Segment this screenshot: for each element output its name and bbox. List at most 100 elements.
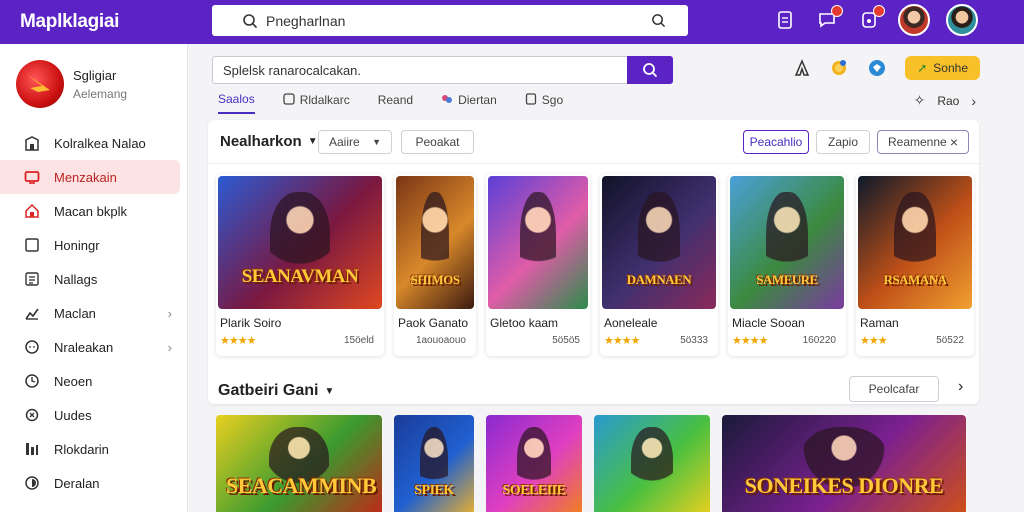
chat-notification-icon[interactable] — [814, 5, 843, 33]
game-title[interactable]: Raman — [860, 316, 899, 330]
gear-icon — [24, 407, 40, 423]
game-cover-image[interactable] — [488, 176, 588, 309]
game-cover-image[interactable]: SEACAMMINB — [216, 415, 382, 512]
sidebar-item-2[interactable]: Menzakain — [0, 160, 180, 194]
profile-block[interactable]: Sgligiar Aelemang — [16, 60, 127, 108]
game-cover-image[interactable]: RSAMANA — [858, 176, 972, 309]
art-title: SHIMOS — [410, 271, 460, 287]
art-title: SONEIKES DIONRE — [744, 473, 944, 498]
sidebar-item-7[interactable]: Nraleakan › — [0, 330, 188, 364]
sidebar-item-3[interactable]: Macan bkplk — [0, 194, 188, 228]
avatar[interactable] — [898, 4, 930, 36]
tab-label: Reand — [377, 93, 414, 107]
primary-filter-button[interactable]: Peacahlio — [743, 130, 809, 154]
game-cover-image[interactable]: DAMNAEN — [602, 176, 716, 309]
featured-header: Nealharkon ▼ Aaiire ▼ Peoakat Peacahlio … — [208, 120, 979, 164]
close-icon[interactable]: × — [950, 134, 958, 150]
second-section-title[interactable]: Gatbeiri Gani ▼ — [218, 382, 334, 400]
filter-button[interactable]: Peoakat — [401, 130, 474, 154]
sidebar-item-label: Deralan — [54, 475, 100, 491]
chevron-right-icon[interactable]: › — [958, 378, 963, 396]
game-cover-image[interactable]: SHIMOS — [396, 176, 474, 309]
sidebar-nav: Kolralkea Nalao Menzakain Macan bkplk Honin… — [0, 126, 188, 500]
game-title[interactable]: Paok Ganato — [398, 316, 468, 330]
filter-dropdown[interactable]: Aaiire ▼ — [318, 130, 392, 154]
game-title[interactable]: Gletoo kaam — [490, 316, 558, 330]
game-cover-image[interactable] — [594, 415, 710, 512]
featured-panel: Nealharkon ▼ Aaiire ▼ Peoakat Peacahlio … — [208, 120, 979, 404]
sidebar-item-4[interactable]: Honingr — [0, 228, 188, 262]
game-card[interactable]: SHIMOS Paok Ganato 1aouoaouo — [394, 174, 476, 356]
tab-label: Saalos — [218, 92, 255, 106]
game-title[interactable]: Plarik Soiro — [220, 316, 281, 330]
sidebar-item-label: Rlokdarin — [54, 441, 109, 457]
rating-count: 160220 — [802, 335, 836, 346]
house-icon — [24, 203, 40, 219]
search-icon — [643, 63, 658, 78]
art-figure — [520, 191, 556, 286]
game-card[interactable]: DAMNAEN Aoneleale ★★★★ 5ö333 — [600, 174, 718, 356]
search-submit-icon[interactable] — [651, 13, 666, 28]
rating-count: 5ö522 — [936, 335, 964, 346]
notification-badge — [831, 5, 843, 17]
star-rating: ★★★★ — [732, 335, 768, 347]
art-figure — [631, 427, 673, 497]
shield-icon[interactable] — [867, 58, 887, 78]
document-icon[interactable] — [772, 7, 798, 33]
tab-1[interactable]: Saalos — [218, 92, 255, 114]
art-title: SOELEIIE — [502, 483, 566, 498]
rating-count: 1aouoaouo — [415, 335, 466, 346]
content-search-input[interactable] — [223, 62, 613, 78]
top-search-box[interactable] — [212, 5, 688, 36]
header-link[interactable]: Rao — [937, 94, 959, 108]
puzzle-icon — [441, 93, 453, 108]
person-icon[interactable] — [793, 59, 811, 77]
promo-button[interactable]: ➚ Sonhe — [905, 56, 980, 80]
sidebar-item-label: Nallags — [54, 271, 98, 287]
game-title[interactable]: Miacle Sooan — [732, 316, 805, 330]
coin-icon[interactable] — [829, 58, 849, 78]
sidebar-item-11[interactable]: Deralan — [0, 466, 188, 500]
sidebar-item-9[interactable]: Uudes — [0, 398, 188, 432]
chevron-right-icon[interactable]: › — [971, 93, 976, 109]
game-card[interactable]: SEANAVMAN Plarik Soiro ★★★★ 15öeld — [216, 174, 384, 356]
sidebar-item-5[interactable]: Nallags — [0, 262, 188, 296]
game-cover-image[interactable]: SPIEK — [394, 415, 474, 512]
secondary-filter-button[interactable]: Zapio — [816, 130, 870, 154]
sidebar-item-1[interactable]: Kolralkea Nalao — [0, 126, 188, 160]
second-cards: SEACAMMINB SPIEK SOELEIIE SONEIKES DIONRE — [216, 415, 966, 512]
star-icon[interactable]: ✧ — [914, 92, 926, 109]
featured-title[interactable]: Nealharkon ▼ — [220, 133, 318, 150]
bell-notification-icon[interactable] — [856, 5, 885, 33]
game-cover-image[interactable]: SOELEIIE — [486, 415, 582, 512]
game-title[interactable]: Aoneleale — [604, 316, 657, 330]
header-actions: ➚ Sonhe — [793, 56, 980, 80]
tv-icon — [24, 169, 40, 185]
sidebar-item-10[interactable]: Rlokdarin — [0, 432, 188, 466]
tab-3[interactable]: Reand — [378, 92, 413, 114]
tab-label: Rldalkarc — [299, 93, 350, 107]
art-title: RSAMANA — [883, 271, 947, 287]
tab-4[interactable]: Diertan — [441, 92, 497, 114]
game-cover-image[interactable]: SONEIKES DIONRE — [722, 415, 966, 512]
tab-2[interactable]: Rldalkarc — [283, 92, 350, 114]
top-search-input[interactable] — [266, 12, 636, 29]
game-cover-image[interactable]: SAMEURE — [730, 176, 844, 309]
content-search-box[interactable] — [212, 56, 628, 84]
game-card[interactable]: RSAMANA Raman ★★★ 5ö522 — [856, 174, 974, 356]
game-card[interactable]: Gletoo kaam 5ö5ö5 — [486, 174, 590, 356]
second-section-button[interactable]: Peolcafar — [849, 376, 939, 402]
sidebar-item-label: Nraleakan — [54, 339, 114, 355]
sidebar-item-6[interactable]: Maclan › — [0, 296, 188, 330]
game-cover-image[interactable]: SEANAVMAN — [218, 176, 382, 309]
content-search-button[interactable] — [627, 56, 673, 84]
tab-label: Diertan — [458, 93, 497, 107]
tag-chip[interactable]: Reamenne × — [877, 130, 969, 154]
game-card[interactable]: SAMEURE Miacle Sooan ★★★★ 160220 — [728, 174, 846, 356]
top-icons — [772, 4, 978, 36]
sidebar-item-8[interactable]: Neoen — [0, 364, 188, 398]
list-icon — [24, 271, 40, 287]
avatar[interactable] — [946, 4, 978, 36]
tab-5[interactable]: Sgo — [525, 92, 563, 114]
app-brand[interactable]: Maplklagiai — [20, 11, 210, 33]
